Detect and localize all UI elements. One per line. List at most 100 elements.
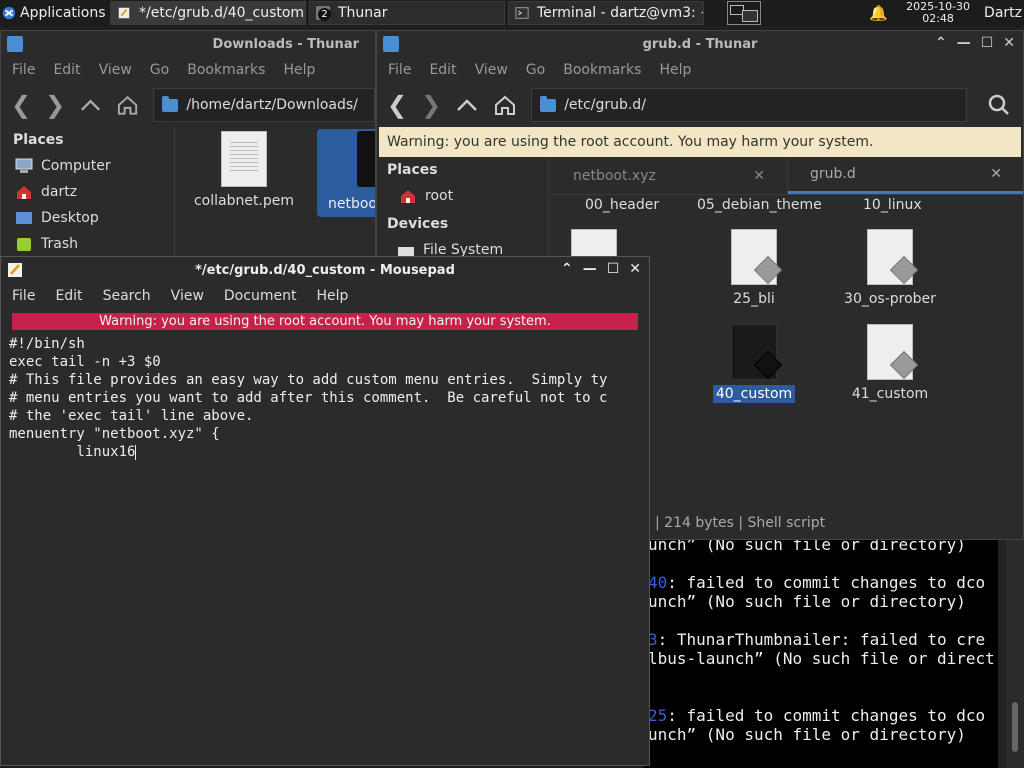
task-thunar[interactable]: 2 Thunar: [309, 1, 505, 25]
menu-help[interactable]: Help: [316, 288, 348, 304]
file-item[interactable]: 41_custom: [825, 324, 955, 402]
menu-bookmarks[interactable]: Bookmarks: [563, 62, 641, 78]
root-warning-bar: Warning: you are using the root account.…: [379, 127, 1021, 157]
up-arrow-icon[interactable]: [455, 93, 479, 117]
menu-go[interactable]: Go: [526, 62, 545, 78]
terminal-scrollbar-thumb[interactable]: [1012, 702, 1018, 752]
workspace-switcher[interactable]: [727, 1, 761, 25]
sidebar-item-label: dartz: [41, 184, 78, 200]
minimize-icon[interactable]: —: [957, 35, 971, 51]
sidebar-item-desktop[interactable]: Desktop: [1, 205, 174, 231]
tab-netboot[interactable]: netboot.xyz ✕: [551, 157, 788, 194]
menu-view[interactable]: View: [475, 62, 508, 78]
mousepad-icon: [118, 7, 130, 19]
back-arrow-icon[interactable]: ❮: [387, 91, 407, 119]
sidebar-item-label: Trash: [41, 236, 78, 252]
menu-go[interactable]: Go: [150, 62, 169, 78]
titlebar[interactable]: grub.d - Thunar ⌃ — ☐ ✕: [377, 31, 1023, 57]
close-icon[interactable]: ✕: [629, 261, 641, 277]
location-bar[interactable]: /home/dartz/Downloads/: [153, 88, 375, 122]
task-mousepad[interactable]: */etc/grub.d/40_custom ...: [110, 1, 306, 25]
terminal-window[interactable]: unch” (No such file or directory) 40: fai…: [644, 530, 1006, 768]
maximize-icon[interactable]: ☐: [981, 35, 994, 51]
menu-help[interactable]: Help: [659, 62, 691, 78]
folder-icon: [540, 95, 557, 112]
sidebar-item-computer[interactable]: Computer: [1, 153, 174, 179]
forward-arrow-icon[interactable]: ❯: [421, 91, 441, 119]
menu-view[interactable]: View: [99, 62, 132, 78]
location-bar[interactable]: /etc/grub.d/: [531, 88, 968, 122]
file-name[interactable]: 05_debian_theme: [697, 197, 822, 213]
computer-icon: [15, 158, 33, 173]
menu-edit[interactable]: Edit: [429, 62, 456, 78]
home-icon[interactable]: [116, 93, 139, 117]
menu-file[interactable]: File: [12, 62, 35, 78]
menu-edit[interactable]: Edit: [55, 288, 82, 304]
window-controls: ⌃ — ☐ ✕: [935, 35, 1015, 51]
menu-search[interactable]: Search: [103, 288, 151, 304]
notification-bell-icon[interactable]: 🔔: [869, 4, 888, 22]
file-item-selected[interactable]: 40_custom: [689, 324, 819, 403]
editor-line[interactable]: #!/bin/sh: [9, 335, 649, 353]
editor-line[interactable]: # the 'exec tail' line above.: [9, 407, 649, 425]
close-icon[interactable]: ✕: [1003, 35, 1015, 51]
file-item[interactable]: 30_os-prober: [825, 229, 955, 307]
menu-document[interactable]: Document: [224, 288, 297, 304]
menu-help[interactable]: Help: [283, 62, 315, 78]
editor-area[interactable]: #!/bin/sh exec tail -n +3 $0 # This file p…: [1, 333, 649, 765]
minimize-icon[interactable]: —: [583, 261, 597, 277]
menu-view[interactable]: View: [171, 288, 204, 304]
maximize-icon[interactable]: ☐: [607, 261, 620, 277]
sidebar-item-dartz[interactable]: dartz: [1, 179, 174, 205]
thunar-downloads-window[interactable]: Downloads - Thunar File Edit View Go Boo…: [0, 30, 376, 270]
menu-file[interactable]: File: [12, 288, 35, 304]
editor-line[interactable]: exec tail -n +3 $0: [9, 353, 649, 371]
xfce-logo-icon: [2, 6, 16, 20]
file-name: 40_custom: [712, 385, 796, 403]
file-item-selected[interactable]: netboot: [317, 129, 375, 217]
terminal-line-number: 40: [648, 573, 668, 592]
collapse-icon[interactable]: ⌃: [935, 35, 947, 51]
folder-icon: [162, 95, 179, 112]
clock[interactable]: 2025-10-30 02:48: [906, 1, 970, 25]
user-menu[interactable]: Dartz: [984, 5, 1022, 21]
script-icon: [731, 229, 783, 285]
titlebar[interactable]: Downloads - Thunar: [1, 31, 375, 57]
file-name[interactable]: 00_header: [585, 197, 659, 213]
mousepad-window[interactable]: */etc/grub.d/40_custom - Mousepad ⌃ — ☐ …: [0, 256, 650, 766]
terminal-scrollbar-track[interactable]: [1006, 530, 1024, 768]
task-label: Thunar: [338, 5, 388, 21]
file-name[interactable]: 10_linux: [863, 197, 922, 213]
titlebar[interactable]: */etc/grub.d/40_custom - Mousepad ⌃ — ☐ …: [1, 257, 649, 283]
menu-bookmarks[interactable]: Bookmarks: [187, 62, 265, 78]
home-icon[interactable]: [493, 93, 517, 117]
editor-line[interactable]: # This file provides an easy way to add …: [9, 371, 649, 389]
file-item[interactable]: 25_bli: [689, 229, 819, 307]
search-icon[interactable]: [987, 93, 1011, 117]
file-item[interactable]: collabnet.pem: [179, 131, 309, 209]
menu-edit[interactable]: Edit: [53, 62, 80, 78]
tab-close-icon[interactable]: ✕: [990, 166, 1002, 182]
terminal-output[interactable]: unch” (No such file or directory) 40: fai…: [648, 535, 995, 744]
menu-file[interactable]: File: [388, 62, 411, 78]
back-arrow-icon[interactable]: ❮: [11, 91, 31, 119]
applications-menu-button[interactable]: Applications ☰: [0, 1, 110, 25]
tab-grub-d[interactable]: grub.d ✕: [788, 157, 1023, 194]
terminal-line-text: lbus-launch” (No such file or direct: [648, 649, 995, 668]
collapse-icon[interactable]: ⌃: [561, 261, 573, 277]
sidebar-item-trash[interactable]: Trash: [1, 231, 174, 257]
sidebar-item-root[interactable]: root: [377, 183, 548, 209]
editor-line[interactable]: # menu entries you want to add after thi…: [9, 389, 649, 407]
terminal-scrollbar[interactable]: [998, 530, 1006, 768]
text-editor[interactable]: #!/bin/sh exec tail -n +3 $0 # This file p…: [1, 333, 649, 461]
editor-line[interactable]: linux16: [9, 443, 649, 461]
menubar: File Edit Search View Document Help: [1, 283, 649, 309]
task-label: */etc/grub.d/40_custom ...: [139, 5, 306, 21]
terminal-line: unch” (No such file or directory): [648, 592, 995, 611]
up-arrow-icon[interactable]: [79, 93, 102, 117]
editor-line[interactable]: menuentry "netboot.xyz" {: [9, 425, 649, 443]
task-terminal[interactable]: Terminal - dartz@vm3: ~: [508, 1, 704, 25]
forward-arrow-icon[interactable]: ❯: [45, 91, 65, 119]
tab-close-icon[interactable]: ✕: [753, 168, 765, 184]
